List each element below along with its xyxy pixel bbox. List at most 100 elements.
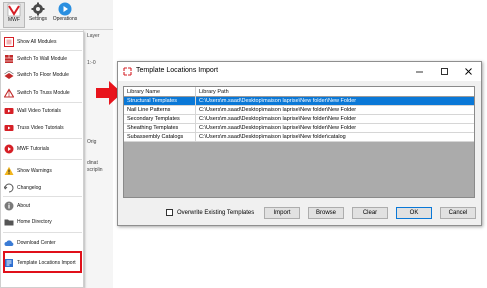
menu-item-switch-wall[interactable]: Switch To Wall Module [1, 52, 84, 66]
grid-header: Library Name Library Path [124, 87, 474, 97]
host-application: MWF Settings Operations Layer 1:-0 Orig … [0, 0, 113, 288]
menu-item-show-warnings[interactable]: Show Warnings [1, 164, 84, 178]
video-icon [4, 106, 14, 116]
menu-item-label: Switch To Floor Module [17, 72, 69, 78]
menu-item-label: About [17, 203, 31, 209]
menu-item-switch-truss[interactable]: Switch To Truss Module [1, 86, 84, 100]
background-panel [83, 30, 113, 288]
browse-button[interactable]: Browse [308, 207, 344, 219]
app-logo-icon [123, 67, 132, 76]
table-row[interactable]: Structural Templates C:\Users\m.saad\Des… [124, 97, 474, 106]
menu-item-label: Switch To Truss Module [17, 90, 70, 96]
menu-item-changelog[interactable]: Changelog [1, 181, 84, 195]
table-row[interactable]: Secondary Templates C:\Users\m.saad\Desk… [124, 115, 474, 124]
menu-item-download-center[interactable]: Download Center [1, 236, 84, 250]
mwf-menu-button[interactable]: MWF [3, 2, 25, 28]
menu-item-home-directory[interactable]: Home Directory [1, 215, 84, 229]
menu-separator [3, 159, 82, 160]
menu-separator [3, 232, 82, 233]
template-locations-dialog: Template Locations Import Library Name L… [117, 61, 482, 226]
changelog-icon [4, 183, 14, 193]
menu-item-switch-floor[interactable]: Switch To Floor Module [1, 68, 84, 82]
operations-button[interactable]: Operations [52, 2, 78, 28]
menu-separator [3, 138, 82, 139]
menu-item-truss-video-tutorials[interactable]: Truss Video Tutorials [1, 121, 84, 135]
import-button[interactable]: Import [264, 207, 300, 219]
library-name-cell[interactable]: Subassembly Catalogs [124, 133, 196, 142]
table-row[interactable]: Subassembly Catalogs C:\Users\m.saad\Des… [124, 133, 474, 142]
folder-icon [4, 217, 14, 227]
background-text: Layer [87, 33, 100, 39]
dialog-footer: Overwrite Existing Templates Import Brow… [118, 202, 481, 224]
info-icon [4, 201, 14, 211]
cloud-icon [4, 238, 14, 248]
screenshot-stage: MWF Settings Operations Layer 1:-0 Orig … [0, 0, 487, 288]
column-header-library-name[interactable]: Library Name [124, 87, 196, 97]
menu-item-label: Show Warnings [17, 168, 52, 174]
maximize-button[interactable] [437, 65, 451, 78]
ok-button[interactable]: OK [396, 207, 432, 219]
menu-item-label: Download Center [17, 240, 56, 246]
column-header-library-path[interactable]: Library Path [196, 87, 474, 97]
close-icon [464, 68, 472, 75]
menu-item-about[interactable]: About [1, 199, 84, 213]
menu-separator [3, 102, 82, 103]
menu-separator [3, 50, 82, 51]
overwrite-checkbox[interactable]: Overwrite Existing Templates [166, 209, 254, 216]
menu-item-label: Changelog [17, 185, 42, 191]
warning-icon [4, 166, 14, 176]
library-path-cell[interactable]: C:\Users\m.saad\Desktop\maison laprise\N… [196, 124, 474, 133]
library-path-cell[interactable]: C:\Users\m.saad\Desktop\maison laprise\N… [196, 115, 474, 124]
table-row[interactable]: Nail Line Patterns C:\Users\m.saad\Deskt… [124, 106, 474, 115]
background-text: dinat [87, 160, 98, 166]
dialog-title: Template Locations Import [136, 67, 219, 74]
menu-item-label: Wall Video Tutorials [17, 108, 61, 114]
close-button[interactable] [461, 65, 475, 78]
all-modules-icon [4, 37, 14, 47]
minimize-button[interactable] [412, 65, 426, 78]
operations-label: Operations [52, 16, 78, 22]
mwf-label: MWF [8, 17, 20, 23]
menu-item-label: Show All Modules [17, 39, 57, 45]
background-text: Orig [87, 139, 97, 145]
tutorials-icon [4, 144, 14, 154]
settings-button[interactable]: Settings [28, 2, 48, 28]
menu-item-show-all-modules[interactable]: Show All Modules [1, 35, 84, 49]
menu-item-label: Home Directory [17, 219, 52, 225]
minimize-icon [415, 71, 423, 73]
table-row[interactable]: Sheathing Templates C:\Users\m.saad\Desk… [124, 124, 474, 133]
library-path-cell[interactable]: C:\Users\m.saad\Desktop\maison laprise\N… [196, 133, 474, 142]
menu-item-label: Truss Video Tutorials [17, 125, 64, 131]
ribbon-toolbar: MWF Settings Operations [0, 0, 113, 30]
maximize-icon [440, 68, 448, 75]
mwf-dropdown-menu: Show All Modules Switch To Wall Module S… [0, 31, 84, 288]
library-grid[interactable]: Library Name Library Path Structural Tem… [123, 86, 475, 198]
menu-separator [3, 196, 82, 197]
dialog-titlebar[interactable]: Template Locations Import [118, 62, 481, 81]
highlight-outline [3, 251, 82, 273]
library-path-cell[interactable]: C:\Users\m.saad\Desktop\maison laprise\N… [196, 97, 474, 106]
video-icon [4, 123, 14, 133]
menu-item-wall-video-tutorials[interactable]: Wall Video Tutorials [1, 104, 84, 118]
gear-icon [31, 2, 45, 16]
library-name-cell[interactable]: Secondary Templates [124, 115, 196, 124]
background-text: 1:-0 [87, 60, 96, 66]
library-name-cell[interactable]: Sheathing Templates [124, 124, 196, 133]
menu-item-mwf-tutorials[interactable]: MWF Tutorials [1, 142, 84, 156]
menu-item-label: MWF Tutorials [17, 146, 50, 152]
checkbox-box[interactable] [166, 209, 173, 216]
library-path-cell[interactable]: C:\Users\m.saad\Desktop\maison laprise\N… [196, 106, 474, 115]
library-name-cell[interactable]: Structural Templates [124, 97, 196, 106]
library-name-cell[interactable]: Nail Line Patterns [124, 106, 196, 115]
clear-button[interactable]: Clear [352, 207, 388, 219]
mwf-logo-icon [7, 3, 21, 17]
menu-item-label: Switch To Wall Module [17, 56, 68, 62]
overwrite-checkbox-label[interactable]: Overwrite Existing Templates [177, 210, 254, 216]
play-icon [58, 2, 72, 16]
settings-label: Settings [28, 16, 48, 22]
floor-module-icon [4, 70, 14, 80]
background-text: scriplin [87, 167, 103, 173]
cancel-button[interactable]: Cancel [440, 207, 476, 219]
truss-module-icon [4, 88, 14, 98]
wall-module-icon [4, 54, 14, 64]
